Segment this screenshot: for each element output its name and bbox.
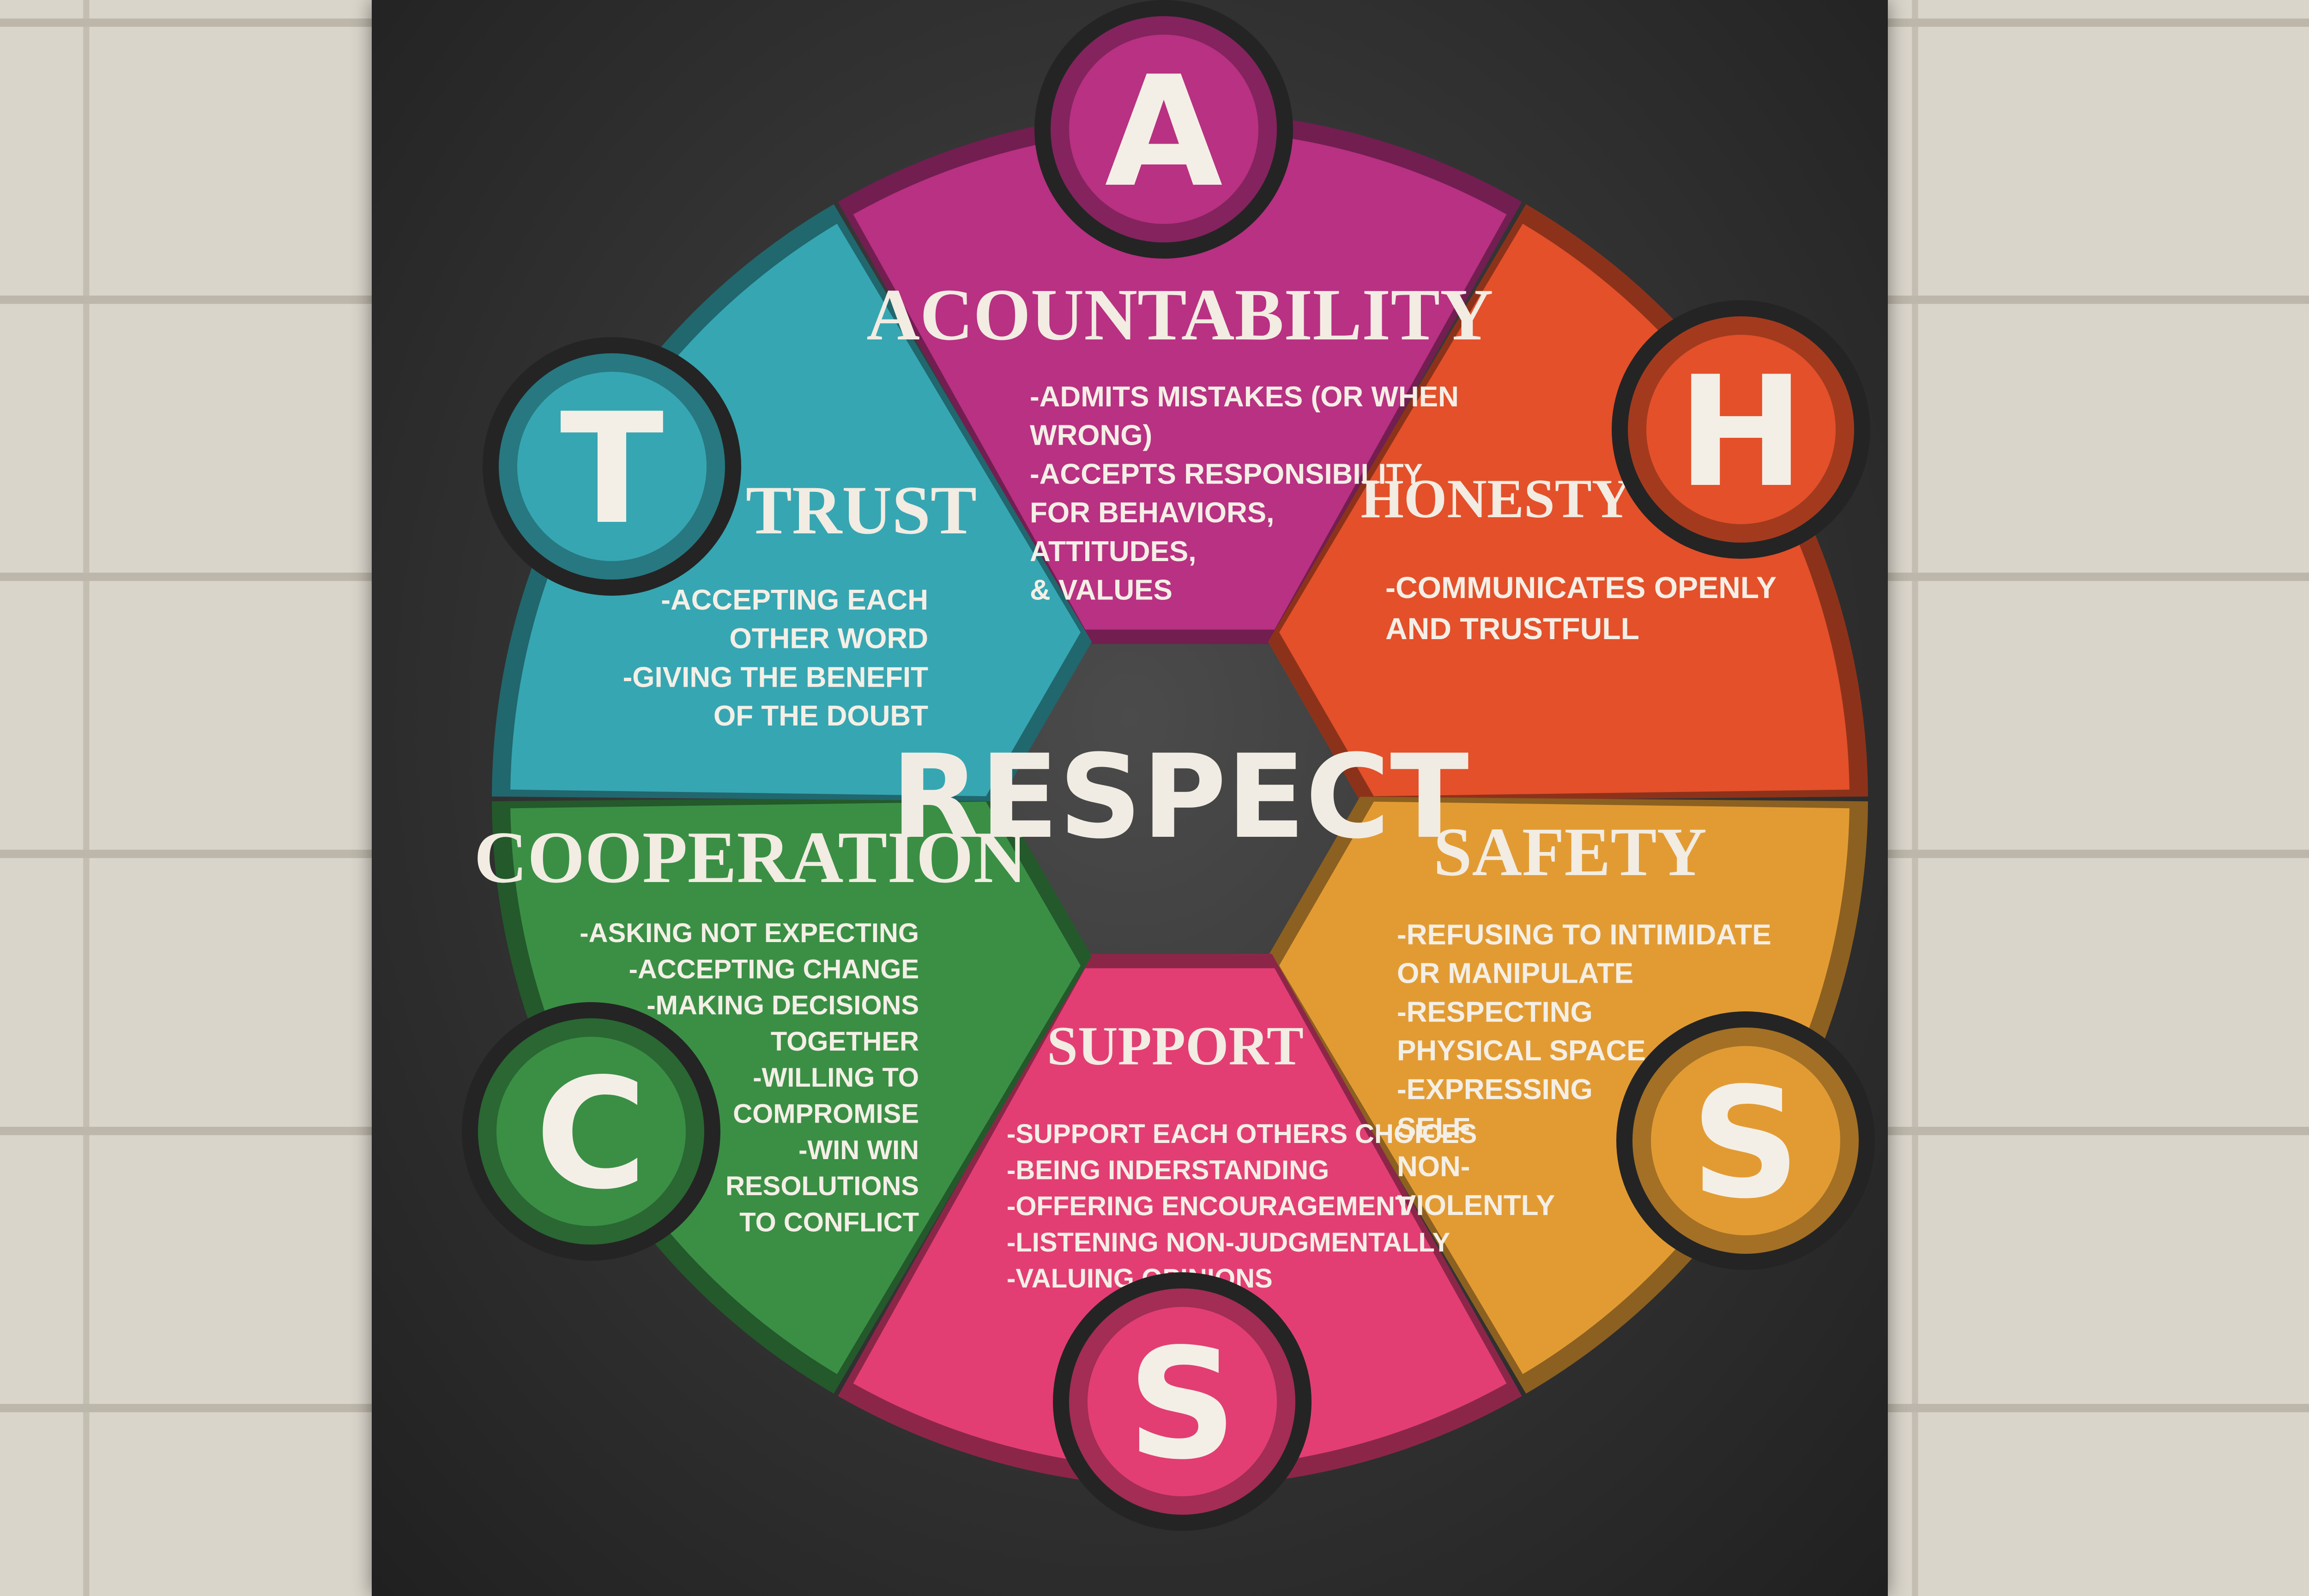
sector-title-support: SUPPORT <box>1047 1015 1304 1076</box>
sector-line-safety: -EXPRESSING <box>1397 1074 1593 1106</box>
center-word-respect: RESPECT <box>891 730 1469 864</box>
sector-line-cooperation: TO CONFLICT <box>739 1207 919 1237</box>
sector-line-safety: OR MANIPULATE <box>1397 958 1633 990</box>
sector-line-safety: -REFUSING TO INTIMIDATE <box>1397 919 1771 951</box>
badge-letter-accountability: A <box>1105 43 1224 221</box>
sector-line-support: -OFFERING ENCOURAGEMENT <box>1007 1191 1411 1221</box>
sector-line-support: -BEING INDERSTANDING <box>1007 1155 1329 1185</box>
badge-letter-support: S <box>1127 1316 1237 1493</box>
sector-line-cooperation: -ASKING NOT EXPECTING <box>580 918 919 948</box>
sector-line-support: -SUPPORT EACH OTHERS CHOICES <box>1007 1119 1477 1149</box>
sector-line-cooperation: COMPROMISE <box>733 1099 919 1129</box>
sector-line-cooperation: -MAKING DECISIONS <box>647 991 919 1021</box>
sector-line-accountability: FOR BEHAVIORS, <box>1030 497 1274 529</box>
respect-wheel-diagram: ACOUNTABILITY -ADMITS MISTAKES (OR WHEN WR… <box>462 0 1875 1531</box>
sector-line-safety: NON- <box>1397 1151 1470 1183</box>
badge-letter-cooperation: C <box>535 1046 647 1223</box>
badge-letter-trust: T <box>560 381 665 558</box>
sector-line-trust: -ACCEPTING EACH <box>661 584 928 616</box>
sector-line-cooperation: RESOLUTIONS <box>725 1171 919 1201</box>
sector-line-support: -LISTENING NON-JUDGMENTALLY <box>1007 1227 1450 1257</box>
sector-line-accountability: ATTITUDES, <box>1030 536 1197 568</box>
badge-letter-honesty: H <box>1677 344 1805 521</box>
sector-line-cooperation: -WILLING TO <box>753 1063 919 1093</box>
sector-line-cooperation: -ACCEPTING CHANGE <box>629 954 919 984</box>
sector-title-trust: TRUST <box>746 472 977 549</box>
sector-line-safety: VIOLENTLY <box>1397 1190 1555 1221</box>
sector-line-honesty: AND TRUSTFULL <box>1385 611 1639 646</box>
sector-line-trust: OF THE DOUBT <box>713 700 928 732</box>
sector-title-honesty: HONESTY <box>1361 468 1632 529</box>
sector-line-trust: -GIVING THE BENEFIT <box>623 661 928 693</box>
sector-line-accountability: WRONG) <box>1030 420 1152 452</box>
sector-line-accountability: -ADMITS MISTAKES (OR WHEN <box>1030 381 1459 413</box>
sector-line-cooperation: TOGETHER <box>771 1027 919 1057</box>
sector-title-accountability: ACOUNTABILITY <box>866 273 1493 356</box>
sector-line-honesty: -COMMUNICATES OPENLY <box>1385 570 1777 605</box>
badge-letter-safety: S <box>1691 1055 1801 1232</box>
sector-line-safety: -RESPECTING <box>1397 996 1593 1028</box>
sector-line-accountability: & VALUES <box>1030 574 1173 606</box>
sector-line-safety: PHYSICAL SPACE <box>1397 1035 1646 1067</box>
sector-line-cooperation: -WIN WIN <box>798 1135 919 1165</box>
sector-title-safety: SAFETY <box>1433 814 1707 890</box>
sector-line-trust: OTHER WORD <box>729 623 928 655</box>
